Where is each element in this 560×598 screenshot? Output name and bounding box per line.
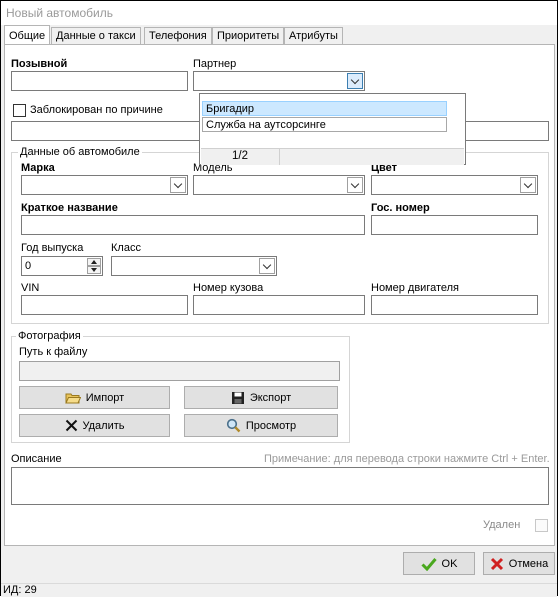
partner-select[interactable] — [193, 71, 365, 91]
vin-label: VIN — [21, 282, 40, 294]
callsign-input[interactable] — [11, 71, 188, 91]
model-select[interactable] — [193, 175, 365, 195]
title-bar: Новый автомобиль — [1, 1, 557, 25]
tab-attributes[interactable]: Атрибуты — [284, 27, 343, 44]
class-dropdown-button[interactable] — [259, 258, 275, 274]
import-button[interactable]: Импорт — [19, 386, 170, 409]
short-name-label: Краткое название — [21, 202, 118, 214]
tab-telephony[interactable]: Телефония — [144, 27, 212, 44]
close-icon — [65, 419, 77, 432]
window-title: Новый автомобиль — [6, 6, 113, 20]
cancel-button[interactable]: Отмена — [483, 552, 555, 575]
tab-general[interactable]: Общие — [4, 25, 51, 44]
file-path-input[interactable] — [19, 361, 340, 381]
class-label: Класс — [111, 242, 141, 254]
arrow-down-icon — [91, 268, 97, 272]
plate-input[interactable] — [371, 215, 538, 235]
tab-priorities[interactable]: Приоритеты — [212, 27, 285, 44]
chevron-down-icon — [350, 179, 360, 189]
delete-button[interactable]: Удалить — [19, 414, 170, 437]
export-button[interactable]: Экспорт — [184, 386, 338, 409]
chevron-down-icon — [350, 75, 360, 85]
class-select[interactable] — [111, 256, 277, 276]
model-dropdown-button[interactable] — [347, 177, 363, 193]
description-label: Описание — [11, 453, 62, 465]
brand-select[interactable] — [21, 175, 188, 195]
partner-option-outsourcing[interactable]: Служба на аутсорсинге — [202, 117, 447, 132]
description-hint: Примечание: для перевода строки нажмите … — [264, 453, 550, 465]
year-up-button[interactable] — [87, 258, 101, 266]
partner-popup: Бригадир Служба на аутсорсинге 1/2 — [199, 93, 466, 165]
export-label: Экспорт — [249, 391, 292, 404]
year-label: Год выпуска — [21, 242, 84, 254]
status-bar: ИД: 29 — [1, 583, 557, 597]
file-path-label: Путь к файлу — [19, 346, 88, 358]
plate-label: Гос. номер — [371, 202, 430, 214]
ok-button[interactable]: OK — [403, 552, 475, 575]
view-button[interactable]: Просмотр — [184, 414, 338, 437]
delete-label: Удалить — [82, 419, 125, 432]
year-stepper[interactable]: 0 — [21, 256, 103, 276]
body-number-input[interactable] — [193, 295, 365, 315]
cancel-icon — [490, 557, 503, 570]
photo-group-title: Фотография — [16, 330, 83, 342]
year-value: 0 — [25, 260, 32, 272]
short-name-input[interactable] — [21, 215, 365, 235]
chevron-down-icon — [523, 179, 533, 189]
brand-label: Марка — [21, 162, 55, 174]
view-label: Просмотр — [245, 419, 297, 432]
partner-dropdown-button[interactable] — [347, 73, 363, 89]
ok-label: OK — [441, 557, 458, 570]
record-id: ИД: 29 — [3, 584, 37, 596]
color-select[interactable] — [371, 175, 538, 195]
folder-open-icon — [64, 393, 81, 403]
deleted-label: Удален — [483, 519, 521, 531]
checkmark-icon — [420, 557, 437, 571]
engine-number-input[interactable] — [371, 295, 538, 315]
chevron-down-icon — [262, 260, 272, 270]
car-data-group-title: Данные об автомобиле — [18, 146, 142, 158]
tab-taxi-data[interactable]: Данные о такси — [51, 27, 141, 44]
vin-input[interactable] — [21, 295, 188, 315]
description-textarea[interactable] — [11, 467, 549, 505]
engine-number-label: Номер двигателя — [371, 282, 460, 294]
callsign-label: Позывной — [11, 58, 68, 70]
year-down-button[interactable] — [87, 266, 101, 274]
partner-label: Партнер — [193, 58, 237, 70]
chevron-down-icon — [173, 179, 183, 189]
popup-pager: 1/2 — [201, 149, 280, 165]
save-icon — [231, 391, 244, 404]
body-number-label: Номер кузова — [193, 282, 264, 294]
arrow-up-icon — [91, 260, 97, 264]
cancel-label: Отмена — [508, 557, 549, 570]
partner-option-brigadir[interactable]: Бригадир — [202, 101, 447, 116]
blocked-label: Заблокирован по причине — [30, 104, 163, 116]
import-label: Импорт — [85, 391, 125, 404]
brand-dropdown-button[interactable] — [170, 177, 186, 193]
deleted-checkbox[interactable] — [535, 519, 548, 532]
popup-pager-bar: 1/2 — [201, 148, 464, 165]
search-icon — [226, 418, 241, 433]
blocked-checkbox[interactable] — [13, 104, 26, 117]
color-dropdown-button[interactable] — [520, 177, 536, 193]
